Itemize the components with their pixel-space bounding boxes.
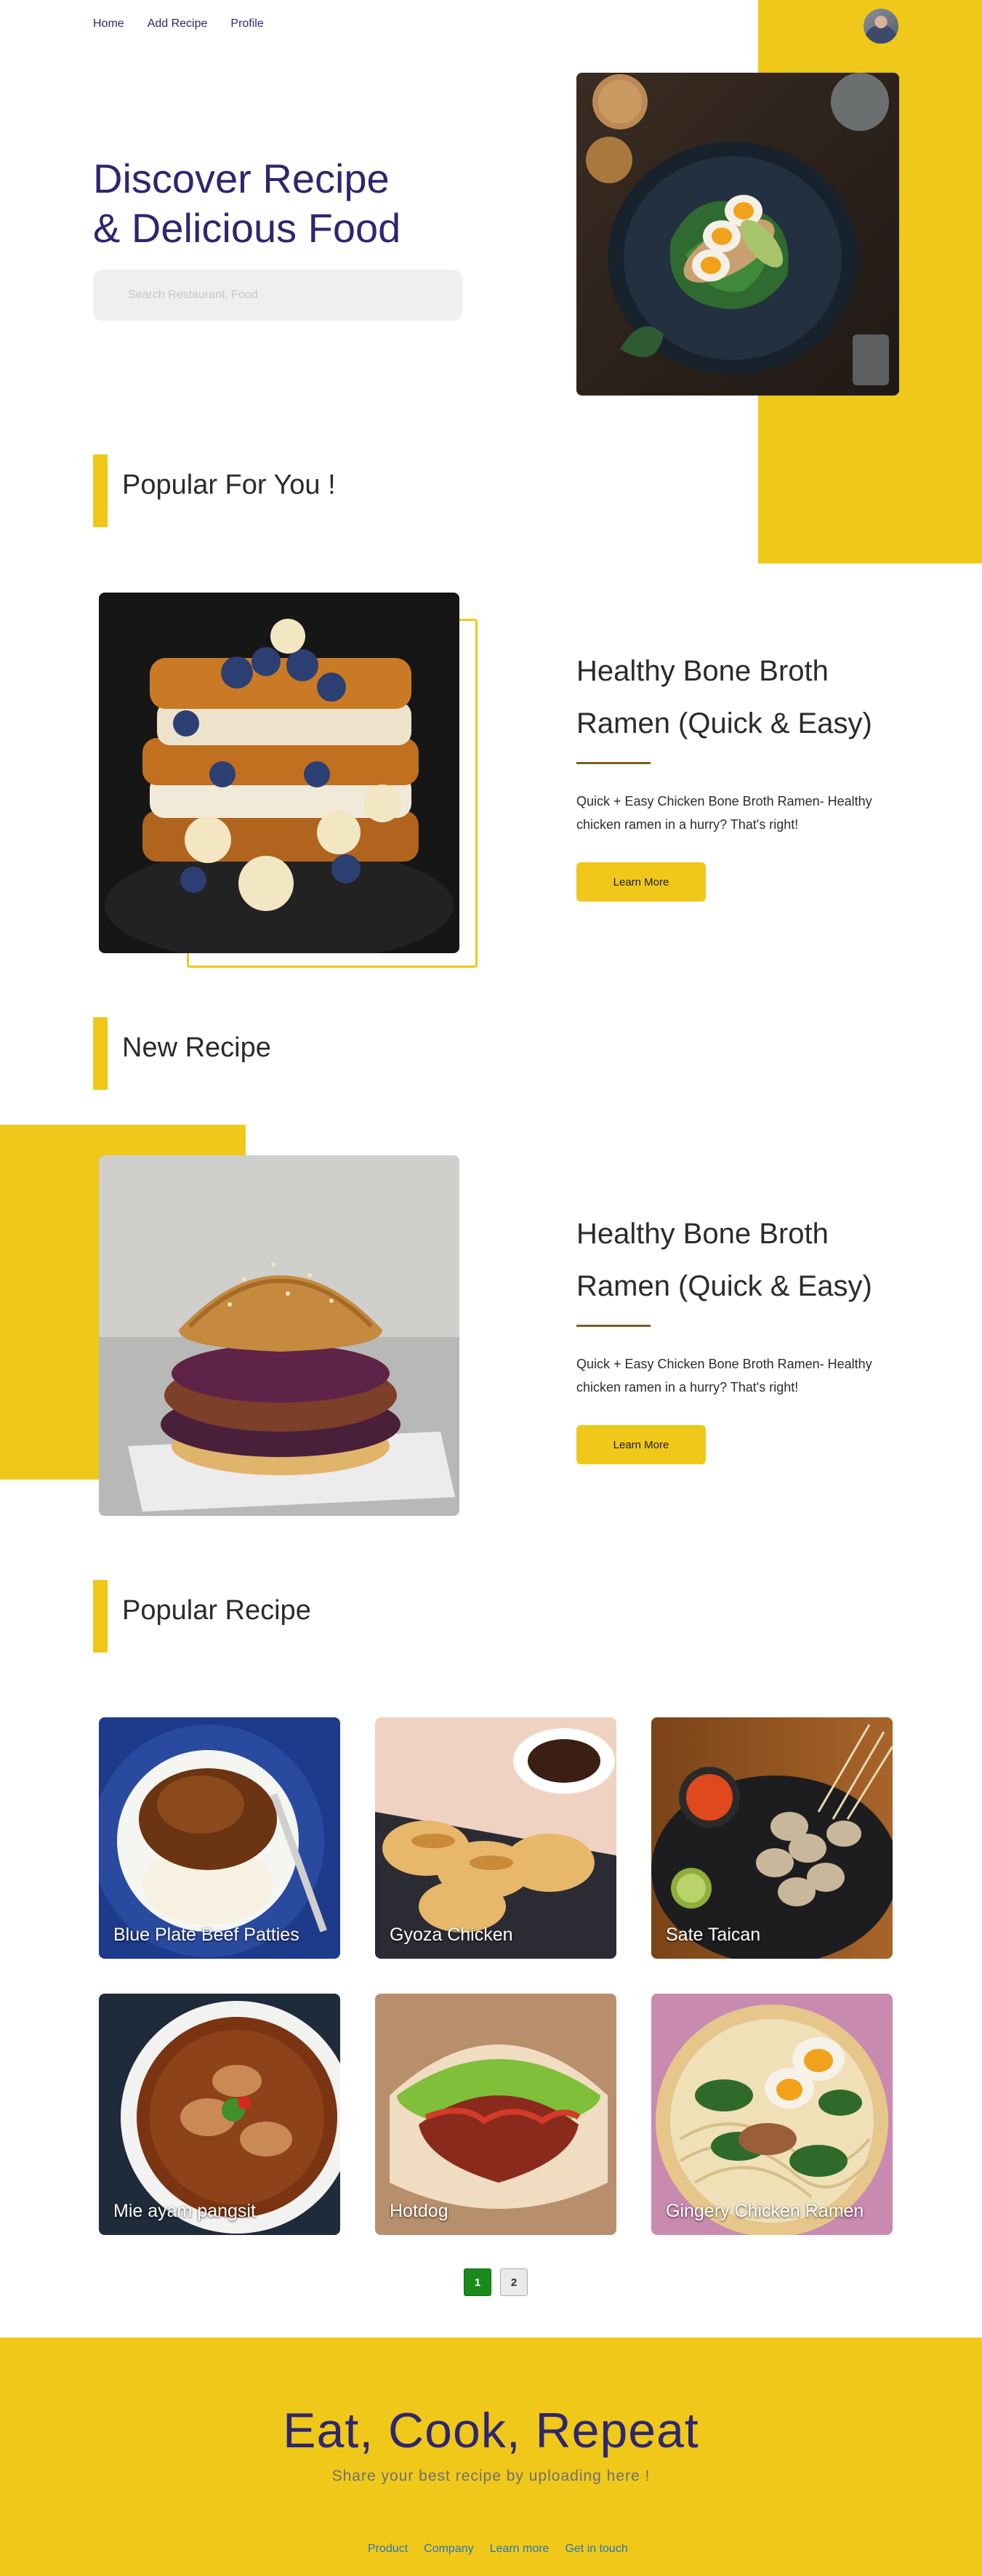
section-title-new-recipe: New Recipe: [122, 1032, 271, 1063]
section-title-popular-recipe: Popular Recipe: [122, 1595, 311, 1626]
footer-link-company[interactable]: Company: [424, 2543, 473, 2556]
footer-subtitle: Share your best recipe by uploading here…: [331, 2468, 651, 2484]
recipe-card-label: Mie ayam pangsit: [113, 2201, 256, 2221]
page-button-1[interactable]: 1: [464, 2268, 491, 2296]
french-toast-image: [99, 593, 459, 953]
featured-description-1: Quick + Easy Chicken Bone Broth Ramen- H…: [576, 794, 872, 832]
featured-title-2: Healthy Bone Broth Ramen (Quick & Easy): [576, 1218, 872, 1302]
footer-title: Eat, Cook, Repeat: [283, 2403, 699, 2458]
footer-link-product[interactable]: Product: [368, 2543, 408, 2556]
section-accent-bar: [93, 1017, 108, 1090]
recipe-card-label: Gyoza Chicken: [390, 1925, 513, 1945]
section-accent-bar: [93, 1580, 108, 1653]
recipe-card[interactable]: Blue Plate Beef Patties: [99, 1717, 340, 1959]
footer-link-learn-more[interactable]: Learn more: [490, 2543, 550, 2556]
recipe-card[interactable]: Gyoza Chicken: [375, 1717, 616, 1959]
hero-food-image: [576, 73, 899, 396]
recipe-card-label: Gingery Chicken Ramen: [666, 2201, 864, 2221]
page-button-2[interactable]: 2: [500, 2268, 528, 2296]
recipe-card[interactable]: Hotdog: [375, 1994, 616, 2235]
recipe-card[interactable]: Mie ayam pangsit: [99, 1994, 340, 2235]
featured-divider-1: [576, 762, 651, 764]
section-accent-bar: [93, 454, 108, 527]
top-nav: Home Add Recipe Profile: [93, 17, 264, 31]
footer-links: Product Company Learn more Get in touch: [368, 2543, 628, 2556]
featured-divider-2: [576, 1325, 651, 1327]
recipe-card-label: Blue Plate Beef Patties: [113, 1925, 299, 1945]
pagination: 1 2: [464, 2268, 528, 2296]
featured-description-2: Quick + Easy Chicken Bone Broth Ramen- H…: [576, 1357, 872, 1395]
learn-more-button-1[interactable]: Learn More: [576, 862, 706, 902]
section-title-popular-for-you: Popular For You !: [122, 470, 336, 500]
hero-title: Discover Recipe & Delicious Food: [93, 154, 500, 253]
nav-profile-link[interactable]: Profile: [230, 17, 263, 31]
learn-more-button-2[interactable]: Learn More: [576, 1425, 706, 1464]
recipe-card[interactable]: Sate Taican: [651, 1717, 893, 1959]
search-input[interactable]: [93, 270, 462, 321]
nav-home-link[interactable]: Home: [93, 17, 124, 31]
recipe-card-label: Hotdog: [390, 2201, 448, 2221]
recipe-card[interactable]: Gingery Chicken Ramen: [651, 1994, 893, 2235]
burger-image: [99, 1155, 459, 1516]
footer-link-get-in-touch[interactable]: Get in touch: [565, 2543, 627, 2556]
featured-title-1: Healthy Bone Broth Ramen (Quick & Easy): [576, 655, 872, 739]
hero-title-line1: Discover Recipe: [93, 156, 390, 201]
user-avatar[interactable]: [862, 7, 900, 45]
nav-add-recipe-link[interactable]: Add Recipe: [148, 17, 208, 31]
hero-title-line2: & Delicious Food: [93, 205, 401, 251]
recipe-card-label: Sate Taican: [666, 1925, 761, 1945]
